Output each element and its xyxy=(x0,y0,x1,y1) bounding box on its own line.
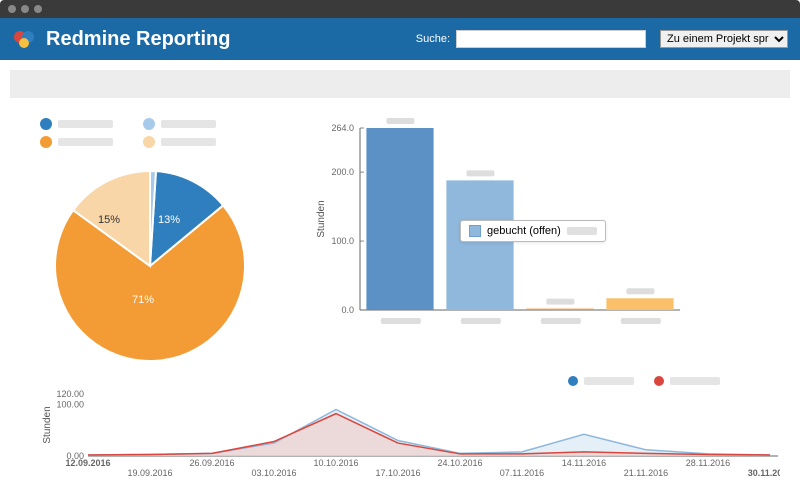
project-jump-select[interactable]: Zu einem Projekt springen... xyxy=(660,30,788,48)
svg-text:14.11.2016: 14.11.2016 xyxy=(562,458,606,468)
legend-item xyxy=(654,376,720,386)
legend-label-stub xyxy=(161,120,216,128)
legend-item xyxy=(40,118,113,130)
svg-text:28.11.2016: 28.11.2016 xyxy=(686,458,730,468)
legend-label-stub xyxy=(58,120,113,128)
app-title: Redmine Reporting xyxy=(46,28,416,51)
tooltip-swatch xyxy=(469,225,481,237)
pie-legend-row xyxy=(40,118,290,130)
legend-label-stub xyxy=(58,138,113,146)
content-area: 71% 15% 13% 0.0 100.0 200.0 264.0 Stunden ge… xyxy=(0,60,800,495)
tooltip-value-stub xyxy=(567,227,597,235)
legend-swatch xyxy=(40,136,52,148)
legend-item xyxy=(568,376,634,386)
app-logo-icon xyxy=(12,27,36,51)
svg-text:21.11.2016: 21.11.2016 xyxy=(624,468,668,478)
svg-text:Stunden: Stunden xyxy=(42,406,53,443)
search-label: Suche: xyxy=(416,33,450,45)
legend-swatch xyxy=(40,118,52,130)
bar-chart-panel: 0.0 100.0 200.0 264.0 Stunden gebucht (offen… xyxy=(310,118,760,338)
svg-text:30.11.2016: 30.11.2016 xyxy=(748,468,780,478)
svg-text:120.00: 120.00 xyxy=(56,390,84,399)
svg-text:0.0: 0.0 xyxy=(341,305,354,315)
window-dot xyxy=(21,5,29,13)
line-chart-panel: 0.00100.00120.00Stunden12.09.201619.09.2… xyxy=(10,371,790,485)
legend-dot xyxy=(568,376,578,386)
pie-legend-row xyxy=(40,136,290,148)
legend-dot xyxy=(654,376,664,386)
search-input[interactable] xyxy=(456,30,646,48)
svg-text:17.10.2016: 17.10.2016 xyxy=(375,468,420,478)
window-chrome xyxy=(0,0,800,18)
svg-text:200.0: 200.0 xyxy=(331,167,354,177)
pie-chart-panel: 71% 15% 13% xyxy=(40,118,290,366)
legend-item xyxy=(40,136,113,148)
svg-text:100.0: 100.0 xyxy=(331,236,354,246)
svg-text:10.10.2016: 10.10.2016 xyxy=(313,458,358,468)
legend-label-stub xyxy=(670,377,720,385)
legend-label-stub xyxy=(584,377,634,385)
svg-text:12.09.2016: 12.09.2016 xyxy=(65,458,110,468)
legend-item xyxy=(143,136,216,148)
svg-text:Stunden: Stunden xyxy=(316,200,327,237)
tooltip-label: gebucht (offen) xyxy=(487,225,561,237)
svg-text:26.09.2016: 26.09.2016 xyxy=(189,458,234,468)
bar-tooltip: gebucht (offen) xyxy=(460,220,606,242)
legend-swatch xyxy=(143,118,155,130)
legend-swatch xyxy=(143,136,155,148)
svg-text:24.10.2016: 24.10.2016 xyxy=(437,458,482,468)
svg-text:100.00: 100.00 xyxy=(56,399,84,409)
app-header: Redmine Reporting Suche: Zu einem Projek… xyxy=(0,18,800,60)
search-wrap: Suche: Zu einem Projekt springen... xyxy=(416,30,788,48)
dashboard-row: 71% 15% 13% 0.0 100.0 200.0 264.0 Stunden ge… xyxy=(10,108,790,371)
legend-label-stub xyxy=(161,138,216,146)
pie-slice-label: 71% xyxy=(132,294,154,306)
svg-text:07.11.2016: 07.11.2016 xyxy=(500,468,544,478)
pie-slice-label: 13% xyxy=(158,214,180,226)
svg-text:264.0: 264.0 xyxy=(331,123,354,133)
legend-item xyxy=(143,118,216,130)
window-dot xyxy=(34,5,42,13)
window-dot xyxy=(8,5,16,13)
svg-text:19.09.2016: 19.09.2016 xyxy=(127,468,172,478)
pie-chart: 71% 15% 13% xyxy=(50,166,250,366)
svg-text:03.10.2016: 03.10.2016 xyxy=(251,468,296,478)
line-legend xyxy=(40,376,760,386)
pie-slice-label: 15% xyxy=(98,214,120,226)
toolbar-placeholder xyxy=(10,70,790,98)
